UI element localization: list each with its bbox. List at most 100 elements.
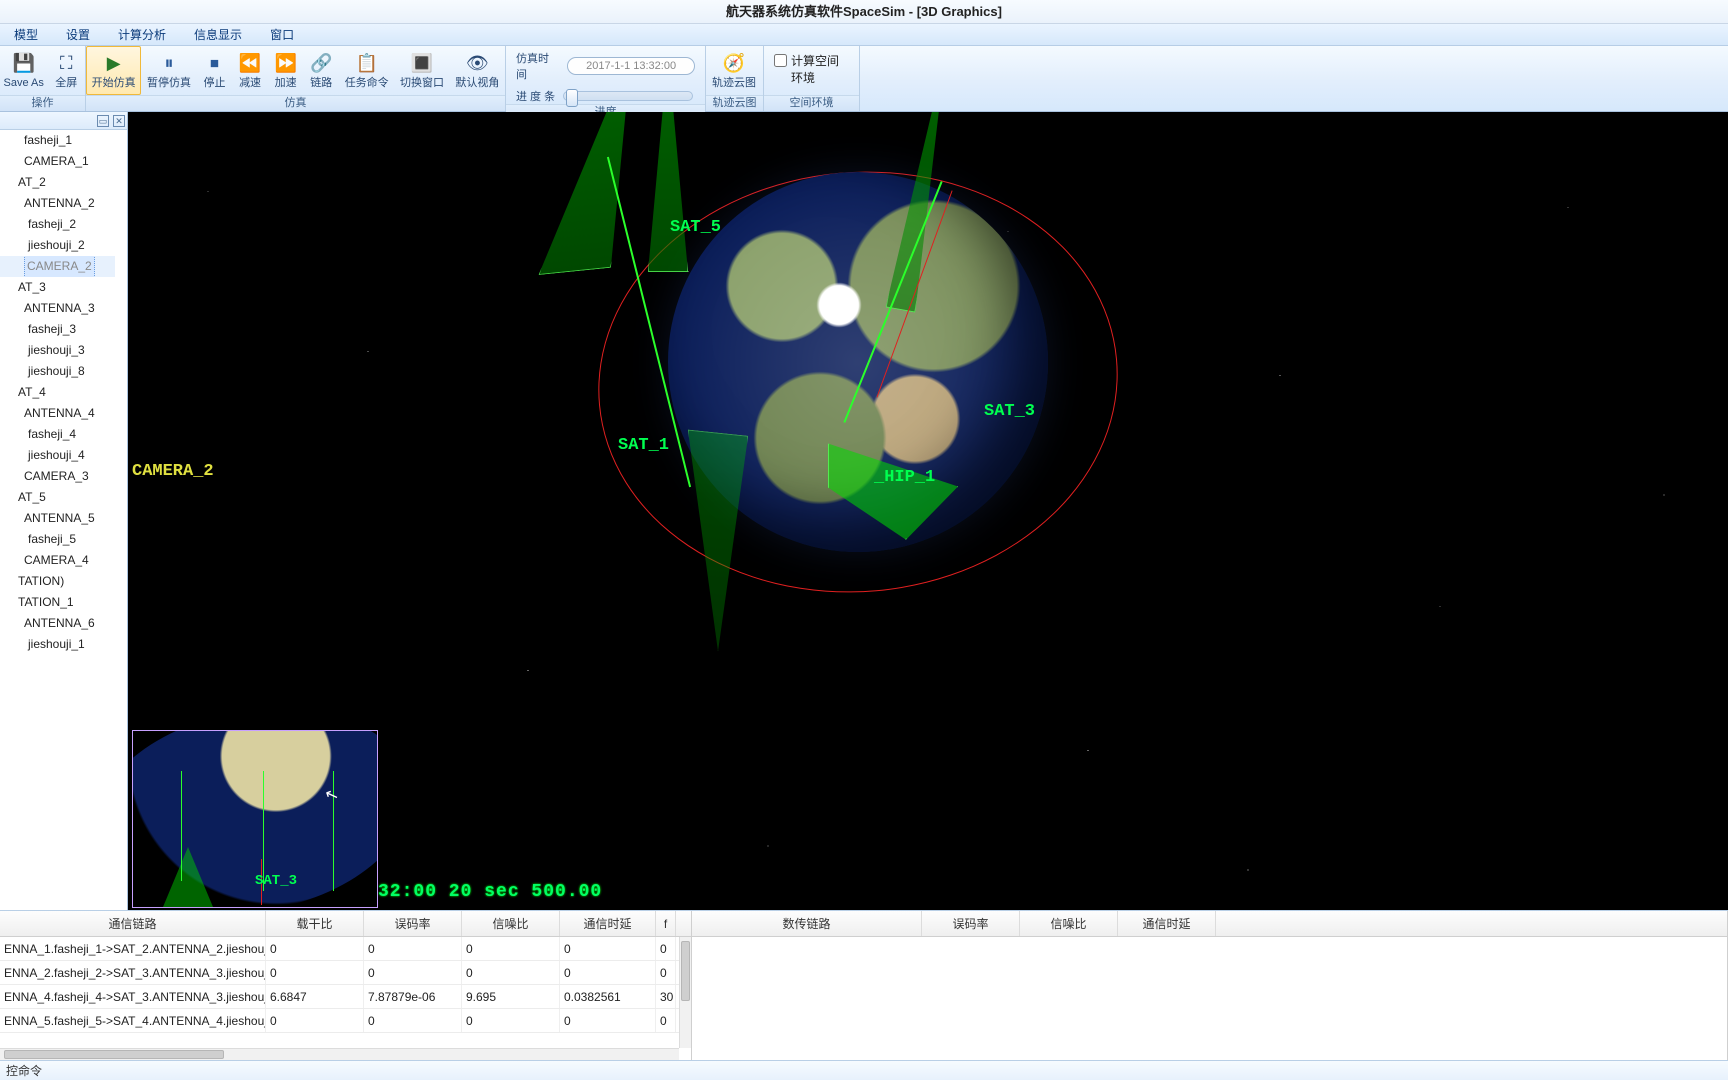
tree-node[interactable]: ANTENNA_4 xyxy=(0,403,115,424)
tree-node[interactable]: fasheji_1 xyxy=(0,130,115,151)
tree-node[interactable]: CAMERA_1 xyxy=(0,151,115,172)
forward-icon: ⏩ xyxy=(275,53,297,75)
fast-button[interactable]: ⏩加速 xyxy=(268,46,304,95)
table-row[interactable]: ENNA_1.fasheji_1->SAT_2.ANTENNA_2.jiesho… xyxy=(0,937,691,961)
node-icon xyxy=(14,325,24,335)
label-sat3: SAT_3 xyxy=(984,402,1035,421)
inset-line xyxy=(181,771,182,881)
tree-node[interactable]: jieshouji_4 xyxy=(0,445,115,466)
table-cell: ENNA_4.fasheji_4->SAT_3.ANTENNA_3.jiesho… xyxy=(0,985,266,1008)
menu-bar: 模型 设置 计算分析 信息显示 窗口 xyxy=(0,24,1728,46)
tree-node[interactable]: jieshouji_8 xyxy=(0,361,115,382)
tree-node[interactable]: fasheji_3 xyxy=(0,319,115,340)
data-link-table[interactable]: 数传链路误码率信噪比通信时延 xyxy=(692,911,1728,1060)
menu-info[interactable]: 信息显示 xyxy=(180,24,256,45)
comm-link-table[interactable]: 通信链路载干比误码率信噪比通信时延f ENNA_1.fasheji_1->SAT… xyxy=(0,911,692,1060)
tree-node[interactable]: AT_4 xyxy=(0,382,115,403)
tree-node[interactable]: ANTENNA_3 xyxy=(0,298,115,319)
group-label-ops: 操作 xyxy=(0,95,85,111)
pause-sim-button[interactable]: ⏸暂停仿真 xyxy=(141,46,196,95)
task-cmd-button[interactable]: 📋任务命令 xyxy=(339,46,394,95)
space-env-input[interactable] xyxy=(774,54,787,67)
tree-node[interactable]: fasheji_4 xyxy=(0,424,115,445)
link-icon: 🔗 xyxy=(310,53,332,75)
pause-icon: ⏸ xyxy=(158,53,180,75)
node-icon xyxy=(4,178,14,188)
3d-viewport[interactable]: SAT_5 SAT_1 SAT_3 _HIP_1 32:00 20 sec 50… xyxy=(128,112,1728,910)
object-tree[interactable]: fasheji_1CAMERA_1AT_2ANTENNA_2fasheji_2j… xyxy=(0,130,115,910)
table-cell: 0 xyxy=(656,937,676,960)
table-cell: 0 xyxy=(560,1009,656,1032)
table-cell: ENNA_2.fasheji_2->SAT_3.ANTENNA_3.jiesho… xyxy=(0,961,266,984)
node-icon xyxy=(10,199,20,209)
table-row[interactable]: ENNA_5.fasheji_5->SAT_4.ANTENNA_4.jiesho… xyxy=(0,1009,691,1033)
table-row[interactable]: ENNA_2.fasheji_2->SAT_3.ANTENNA_3.jiesho… xyxy=(0,961,691,985)
table-header[interactable]: 误码率 xyxy=(922,911,1020,936)
tree-node[interactable]: jieshouji_1 xyxy=(0,634,115,655)
node-icon xyxy=(10,157,20,167)
menu-window[interactable]: 窗口 xyxy=(256,24,308,45)
table-cell: 0 xyxy=(560,961,656,984)
table-hscrollbar[interactable] xyxy=(0,1048,679,1060)
table-header[interactable]: 误码率 xyxy=(364,911,462,936)
table-header[interactable]: 信噪比 xyxy=(462,911,560,936)
hud-readout: 32:00 20 sec 500.00 xyxy=(378,882,602,902)
tree-node[interactable]: CAMERA_2 xyxy=(0,256,115,277)
table-cell: 0 xyxy=(656,1009,676,1032)
track-cloud-button[interactable]: 🧭轨迹云图 xyxy=(706,46,762,95)
default-view-button[interactable]: 👁默认视角 xyxy=(450,46,505,95)
switch-window-button[interactable]: 🔳切换窗口 xyxy=(394,46,449,95)
tree-node[interactable]: jieshouji_2 xyxy=(0,235,115,256)
table-row[interactable]: ENNA_4.fasheji_4->SAT_3.ANTENNA_3.jiesho… xyxy=(0,985,691,1009)
table-header[interactable]: 通信链路 xyxy=(0,911,266,936)
progress-label: 进 度 条 xyxy=(516,88,555,104)
data-tables: 通信链路载干比误码率信噪比通信时延f ENNA_1.fasheji_1->SAT… xyxy=(0,910,1728,1060)
panel-dock-icon[interactable]: ▭ xyxy=(97,115,109,127)
table-header[interactable]: f xyxy=(656,911,676,936)
label-sat1: SAT_1 xyxy=(618,436,669,455)
tree-node[interactable]: fasheji_2 xyxy=(0,214,115,235)
save-as-button[interactable]: 💾Save As xyxy=(0,46,47,95)
table-cell: 0 xyxy=(364,961,462,984)
tree-node[interactable]: AT_2 xyxy=(0,172,115,193)
table-header[interactable]: 载干比 xyxy=(266,911,364,936)
node-icon xyxy=(4,577,14,587)
tree-node[interactable]: AT_3 xyxy=(0,277,115,298)
table-cell: 0 xyxy=(364,937,462,960)
space-env-checkbox[interactable]: 计算空间环境 xyxy=(764,46,859,95)
title-bar: 航天器系统仿真软件SpaceSim - [3D Graphics] xyxy=(0,0,1728,24)
label-sat5: SAT_5 xyxy=(670,218,721,237)
table-cell: 0 xyxy=(364,1009,462,1032)
node-icon xyxy=(4,493,14,503)
panel-close-icon[interactable]: ✕ xyxy=(113,115,125,127)
tree-node[interactable]: AT_5 xyxy=(0,487,115,508)
table-vscrollbar[interactable] xyxy=(679,937,691,1048)
menu-settings[interactable]: 设置 xyxy=(52,24,104,45)
table-cell: 0 xyxy=(462,1009,560,1032)
table-header[interactable]: 通信时延 xyxy=(1118,911,1216,936)
stop-sim-button[interactable]: ⏹停止 xyxy=(197,46,233,95)
start-sim-button[interactable]: ▶开始仿真 xyxy=(86,46,141,95)
fullscreen-button[interactable]: ⛶全屏 xyxy=(47,46,85,95)
tree-node[interactable]: CAMERA_3 xyxy=(0,466,115,487)
table-cell: 0 xyxy=(266,961,364,984)
tree-node[interactable]: ANTENNA_2 xyxy=(0,193,115,214)
camera-inset[interactable]: SAT_3 ↖ xyxy=(132,730,378,908)
tree-node[interactable]: ANTENNA_5 xyxy=(0,508,115,529)
table-header[interactable]: 数传链路 xyxy=(692,911,922,936)
tree-node[interactable]: ANTENNA_6 xyxy=(0,613,115,634)
tree-node[interactable]: jieshouji_3 xyxy=(0,340,115,361)
simtime-field[interactable]: 2017-1-1 13:32:00 xyxy=(567,57,695,75)
table-header[interactable]: 通信时延 xyxy=(560,911,656,936)
link-button[interactable]: 🔗链路 xyxy=(303,46,339,95)
menu-calc[interactable]: 计算分析 xyxy=(104,24,180,45)
progress-slider[interactable] xyxy=(563,91,693,101)
tree-node[interactable]: fasheji_5 xyxy=(0,529,115,550)
node-icon xyxy=(10,514,20,524)
tree-node[interactable]: TATION_1 xyxy=(0,592,115,613)
tree-node[interactable]: TATION) xyxy=(0,571,115,592)
tree-node[interactable]: CAMERA_4 xyxy=(0,550,115,571)
menu-model[interactable]: 模型 xyxy=(0,24,52,45)
table-header[interactable]: 信噪比 xyxy=(1020,911,1118,936)
slow-button[interactable]: ⏪减速 xyxy=(232,46,268,95)
